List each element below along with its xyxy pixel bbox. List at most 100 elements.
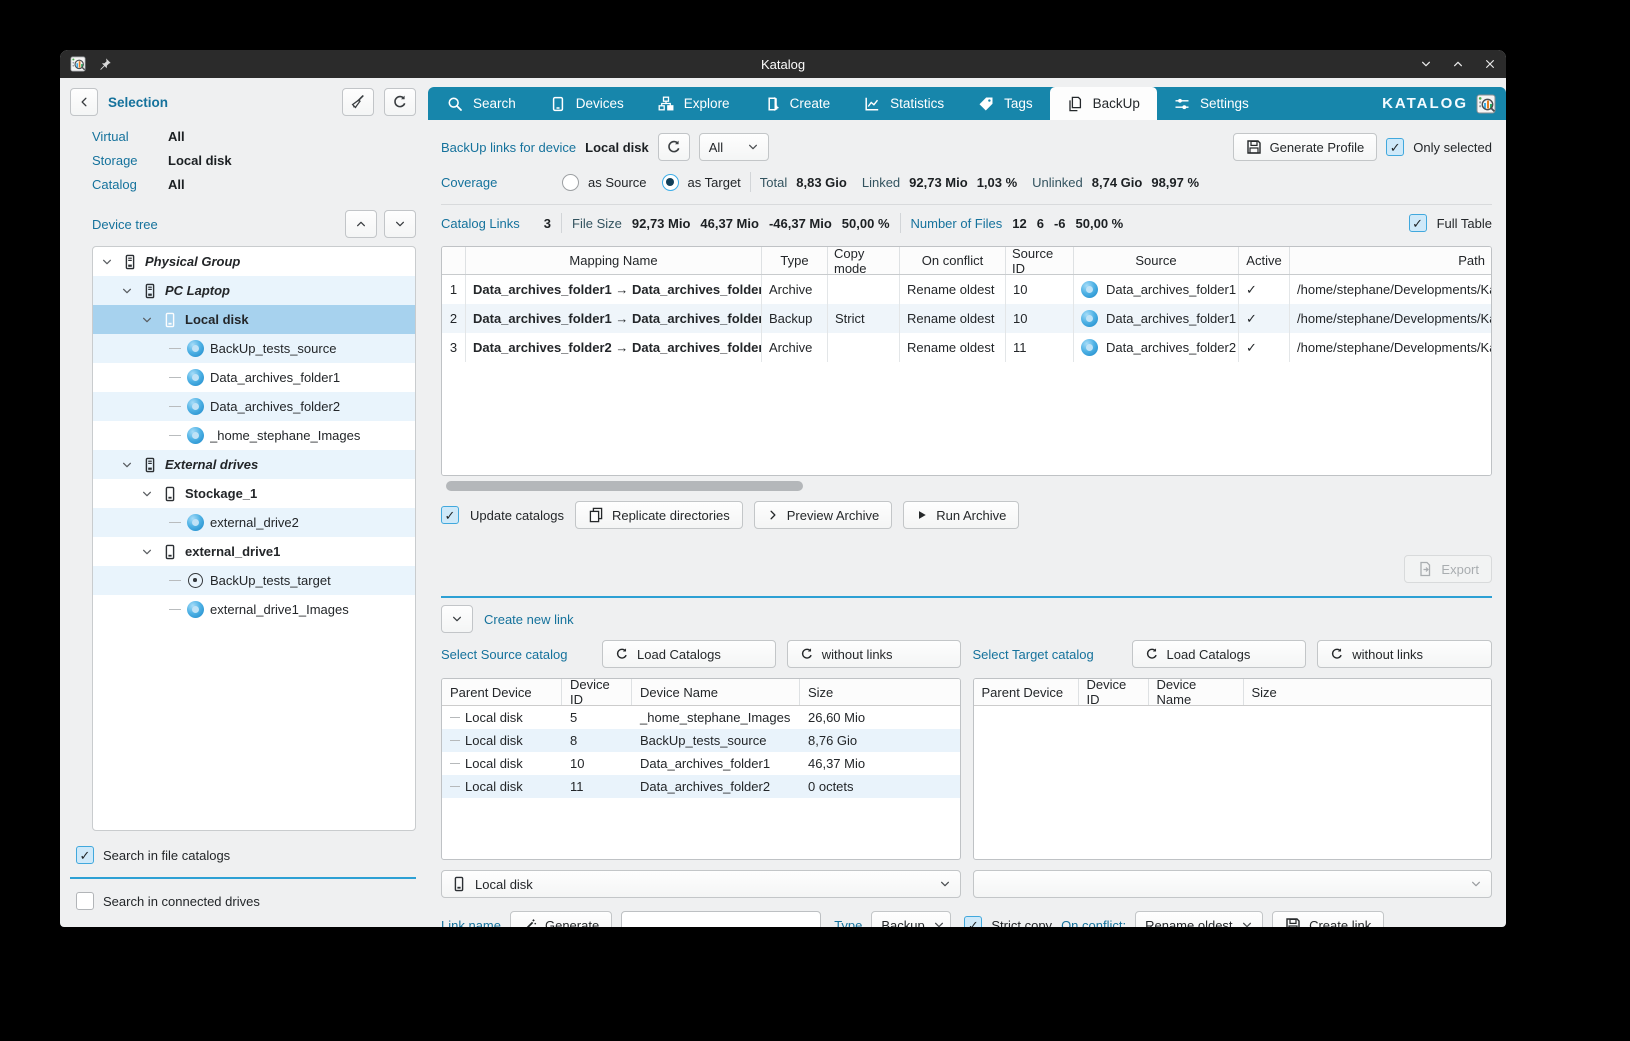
clear-selection-button[interactable]: [342, 88, 374, 116]
tab-explore[interactable]: Explore: [641, 87, 747, 120]
tree-item-backup-tests-target[interactable]: BackUp_tests_target: [93, 566, 415, 595]
backup-icon: [1067, 96, 1083, 112]
tab-search[interactable]: Search: [430, 87, 533, 120]
table-header: Mapping Name Type Copy mode On conflict …: [442, 247, 1491, 275]
app-icon: [70, 56, 86, 72]
table-row[interactable]: Local disk 10 Data_archives_folder1 46,3…: [442, 752, 960, 775]
tree-up-button[interactable]: [345, 210, 377, 238]
number-of-files-label: Number of Files: [911, 216, 1003, 231]
tree-item-external-drive1[interactable]: external_drive1: [93, 537, 415, 566]
tree-item-pc-laptop[interactable]: PC Laptop: [93, 276, 415, 305]
tab-backup[interactable]: BackUp: [1050, 87, 1157, 120]
update-catalogs-label: Update catalogs: [470, 508, 564, 523]
coverage-label: Coverage: [441, 175, 553, 190]
devices-icon: [550, 96, 566, 112]
on-conflict-dropdown[interactable]: Rename oldest: [1135, 911, 1263, 927]
tree-item-home-stephane-images[interactable]: _home_stephane_Images: [93, 421, 415, 450]
tree-item-backup-tests-source[interactable]: BackUp_tests_source: [93, 334, 415, 363]
refresh-selection-button[interactable]: [384, 88, 416, 116]
tree-item-data-archives-folder2[interactable]: Data_archives_folder2: [93, 392, 415, 421]
maximize-icon[interactable]: [1452, 58, 1464, 70]
pin-icon[interactable]: [98, 57, 112, 71]
table-row[interactable]: Local disk 5 _home_stephane_Images 26,60…: [442, 706, 960, 729]
full-table-checkbox[interactable]: [1409, 214, 1427, 232]
link-name-input[interactable]: [621, 911, 821, 927]
search-file-catalogs-row[interactable]: Search in file catalogs: [76, 841, 416, 869]
scrollbar-handle[interactable]: [446, 481, 803, 491]
type-label: Type: [834, 918, 862, 928]
divider: [441, 204, 1492, 205]
export-icon: [1417, 561, 1433, 577]
chevron-down-icon[interactable]: [139, 546, 155, 558]
link-type-dropdown[interactable]: Backup: [871, 911, 951, 927]
field-label-virtual: Virtual: [92, 129, 168, 144]
table-row[interactable]: Local disk 11 Data_archives_folder2 0 oc…: [442, 775, 960, 798]
tab-tags[interactable]: Tags: [961, 87, 1050, 120]
chevron-down-icon[interactable]: [139, 314, 155, 326]
source-without-links-button[interactable]: without links: [787, 640, 961, 668]
collapse-create-link-button[interactable]: [441, 605, 473, 633]
chevron-down-icon[interactable]: [139, 488, 155, 500]
strict-copy-checkbox[interactable]: [964, 916, 982, 927]
tree-item-physical-group[interactable]: Physical Group: [93, 247, 415, 276]
preview-archive-button[interactable]: Preview Archive: [754, 501, 892, 529]
as-source-radio[interactable]: [562, 174, 579, 191]
create-link-button[interactable]: Create link: [1272, 911, 1384, 927]
only-selected-checkbox[interactable]: [1386, 138, 1404, 156]
replicate-directories-button[interactable]: Replicate directories: [575, 501, 743, 529]
load-source-catalogs-button[interactable]: Load Catalogs: [602, 640, 776, 668]
back-button[interactable]: [70, 88, 98, 116]
table-row[interactable]: 1 Data_archives_folder1 → Data_archives_…: [442, 275, 1491, 304]
search-file-catalogs-checkbox[interactable]: [76, 846, 94, 864]
table-row[interactable]: 3 Data_archives_folder2 → Data_archives_…: [442, 333, 1491, 362]
run-archive-button[interactable]: Run Archive: [903, 501, 1019, 529]
search-connected-drives-row[interactable]: Search in connected drives: [76, 887, 416, 915]
close-icon[interactable]: [1484, 58, 1496, 70]
target-without-links-button[interactable]: without links: [1317, 640, 1492, 668]
branch-line: [169, 377, 181, 378]
table-row[interactable]: Local disk 8 BackUp_tests_source 8,76 Gi…: [442, 729, 960, 752]
generate-link-name-button[interactable]: Generate: [510, 911, 612, 927]
chevron-down-icon[interactable]: [99, 256, 115, 268]
horizontal-scrollbar[interactable]: [441, 481, 1492, 491]
link-name-label: Link name: [441, 918, 501, 928]
on-conflict-label: On conflict:: [1061, 918, 1126, 928]
window-title: Katalog: [60, 57, 1506, 72]
minimize-icon[interactable]: [1420, 58, 1432, 70]
tree-item-stockage-1[interactable]: Stockage_1: [93, 479, 415, 508]
table-row[interactable]: 2 Data_archives_folder1 → Data_archives_…: [442, 304, 1491, 333]
target-catalog-table: Parent Device Device ID Device Name Size: [973, 678, 1493, 860]
tab-create[interactable]: Create: [747, 87, 848, 120]
source-device-dropdown[interactable]: Local disk: [441, 870, 961, 898]
create-icon: [764, 96, 780, 112]
catalog-links-label: Catalog Links: [441, 216, 520, 231]
field-value-storage: Local disk: [168, 153, 416, 168]
tree-item-external-drive1-images[interactable]: external_drive1_Images: [93, 595, 415, 624]
table-header: Parent Device Device ID Device Name Size: [442, 679, 960, 706]
tree-item-external-drive2[interactable]: external_drive2: [93, 508, 415, 537]
as-target-radio[interactable]: [662, 174, 679, 191]
tree-down-button[interactable]: [384, 210, 416, 238]
target-device-dropdown[interactable]: [973, 870, 1493, 898]
search-connected-drives-checkbox[interactable]: [76, 892, 94, 910]
export-button[interactable]: Export: [1404, 555, 1492, 583]
load-target-catalogs-button[interactable]: Load Catalogs: [1132, 640, 1307, 668]
tab-statistics[interactable]: Statistics: [847, 87, 961, 120]
tab-devices[interactable]: Devices: [533, 87, 641, 120]
branch-line: [169, 522, 181, 523]
chevron-down-icon[interactable]: [119, 459, 135, 471]
catalog-links-count: 3: [544, 216, 551, 231]
computer-icon: [141, 283, 159, 299]
create-new-link-title: Create new link: [484, 612, 574, 627]
tree-item-external-drives[interactable]: External drives: [93, 450, 415, 479]
disk-icon: [161, 544, 179, 560]
refresh-links-button[interactable]: [658, 133, 690, 161]
update-catalogs-checkbox[interactable]: [441, 506, 459, 524]
select-target-catalog-label: Select Target catalog: [973, 647, 1121, 662]
tree-item-data-archives-folder1[interactable]: Data_archives_folder1: [93, 363, 415, 392]
chevron-down-icon[interactable]: [119, 285, 135, 297]
tree-item-local-disk[interactable]: Local disk: [93, 305, 415, 334]
generate-profile-button[interactable]: Generate Profile: [1233, 133, 1378, 161]
tab-settings[interactable]: Settings: [1157, 87, 1266, 120]
links-filter-dropdown[interactable]: All: [699, 133, 769, 161]
